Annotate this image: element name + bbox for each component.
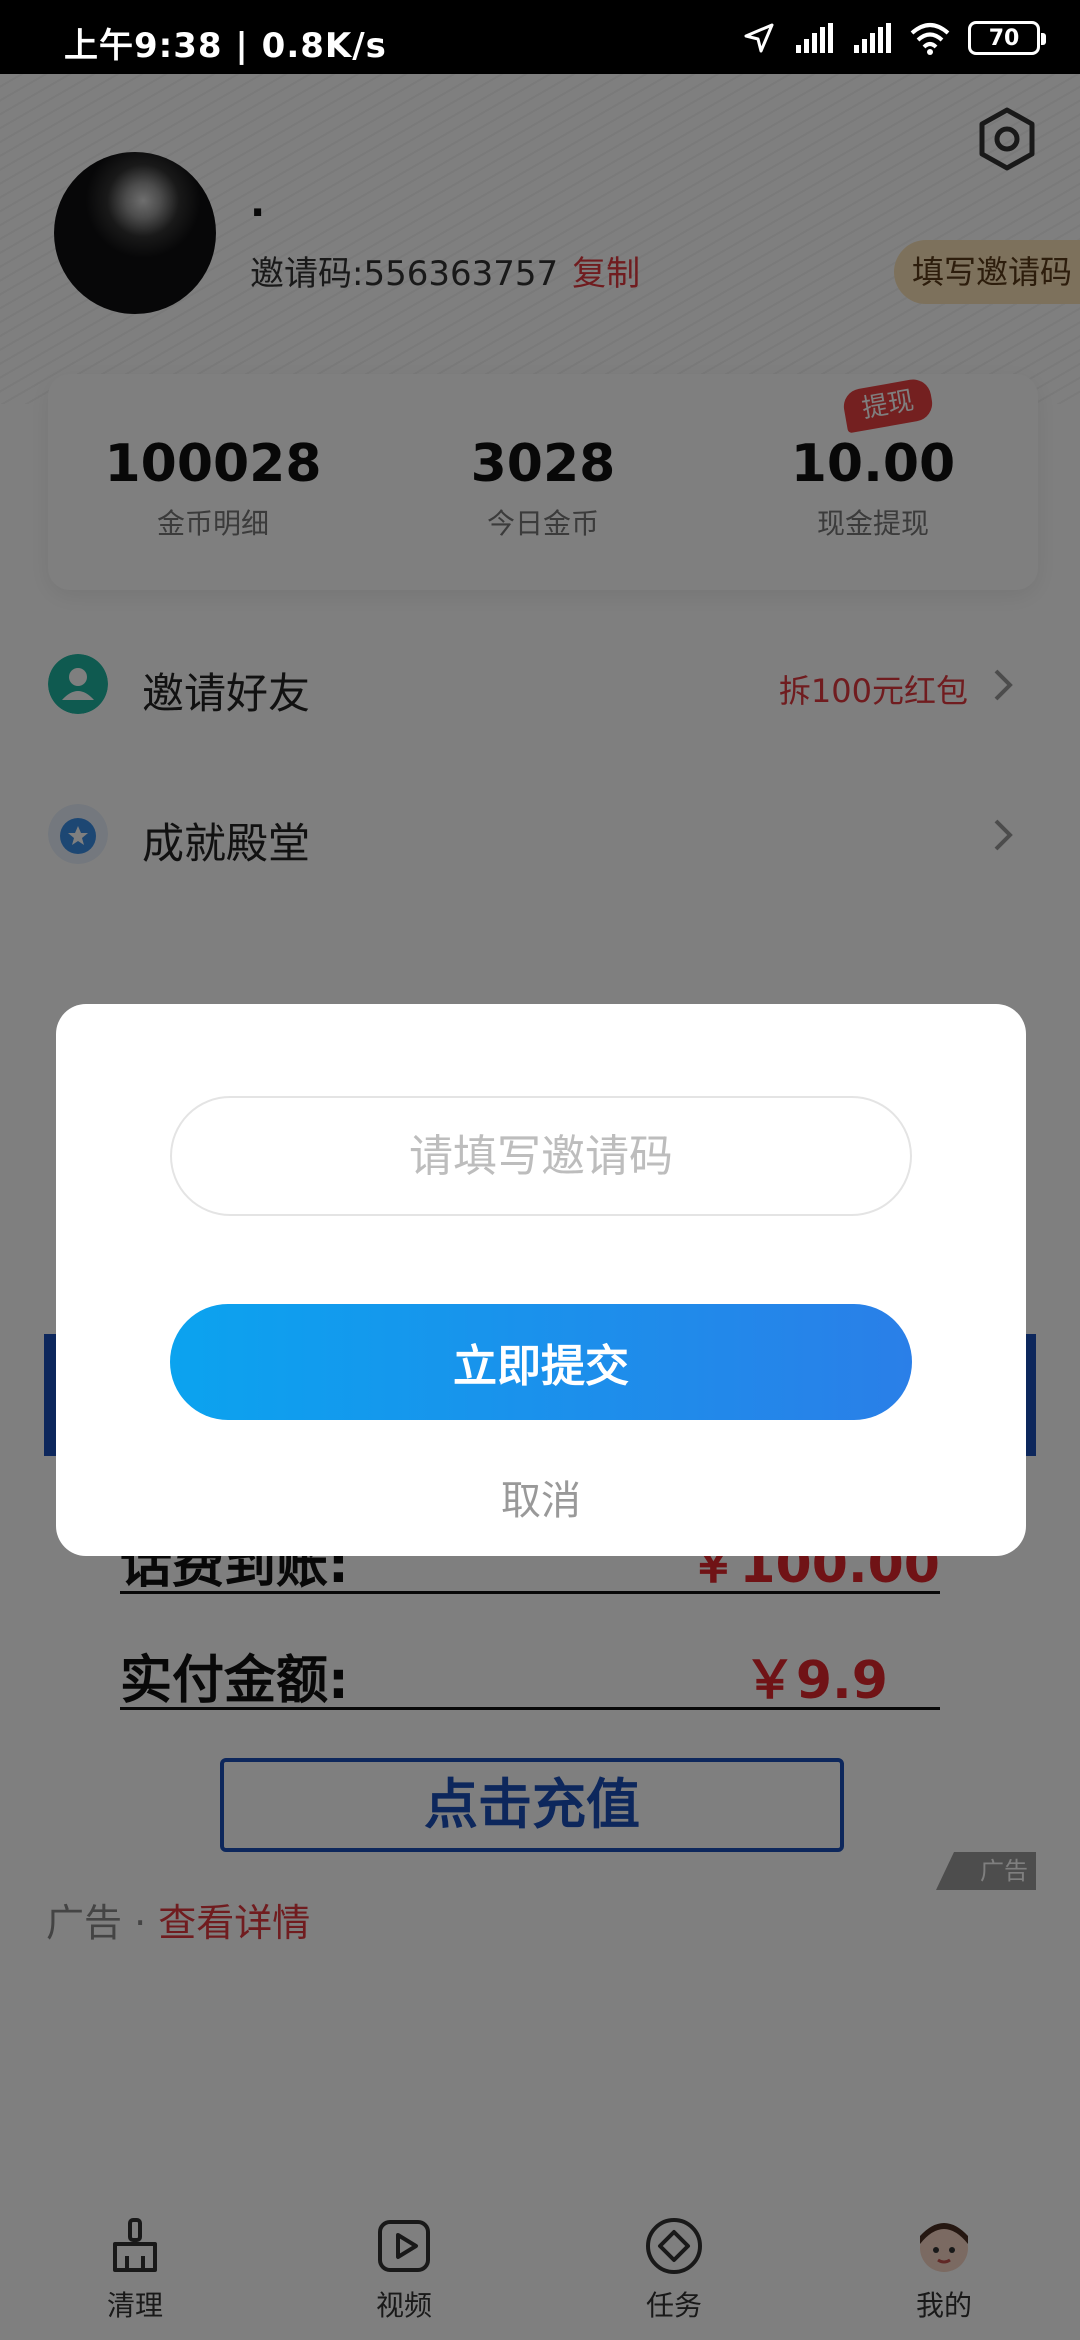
submit-button[interactable]: 立即提交 bbox=[170, 1304, 912, 1420]
invite-code-input[interactable] bbox=[170, 1096, 912, 1216]
signal-hd-icon bbox=[854, 23, 891, 53]
wifi-icon bbox=[910, 23, 950, 55]
status-time: 上午9:38 | 0.8K/s bbox=[64, 26, 387, 66]
status-bar: 上午9:38 | 0.8K/s 70 bbox=[0, 0, 1080, 74]
battery-icon: 70 bbox=[968, 21, 1046, 55]
signal-icon bbox=[796, 23, 833, 53]
location-icon bbox=[744, 23, 774, 53]
cancel-button[interactable]: 取消 bbox=[56, 1468, 1026, 1526]
invite-code-dialog: 立即提交 取消 bbox=[56, 1004, 1026, 1556]
status-icons: 70 bbox=[742, 16, 1046, 60]
modal-overlay[interactable]: 立即提交 取消 bbox=[0, 74, 1080, 2340]
